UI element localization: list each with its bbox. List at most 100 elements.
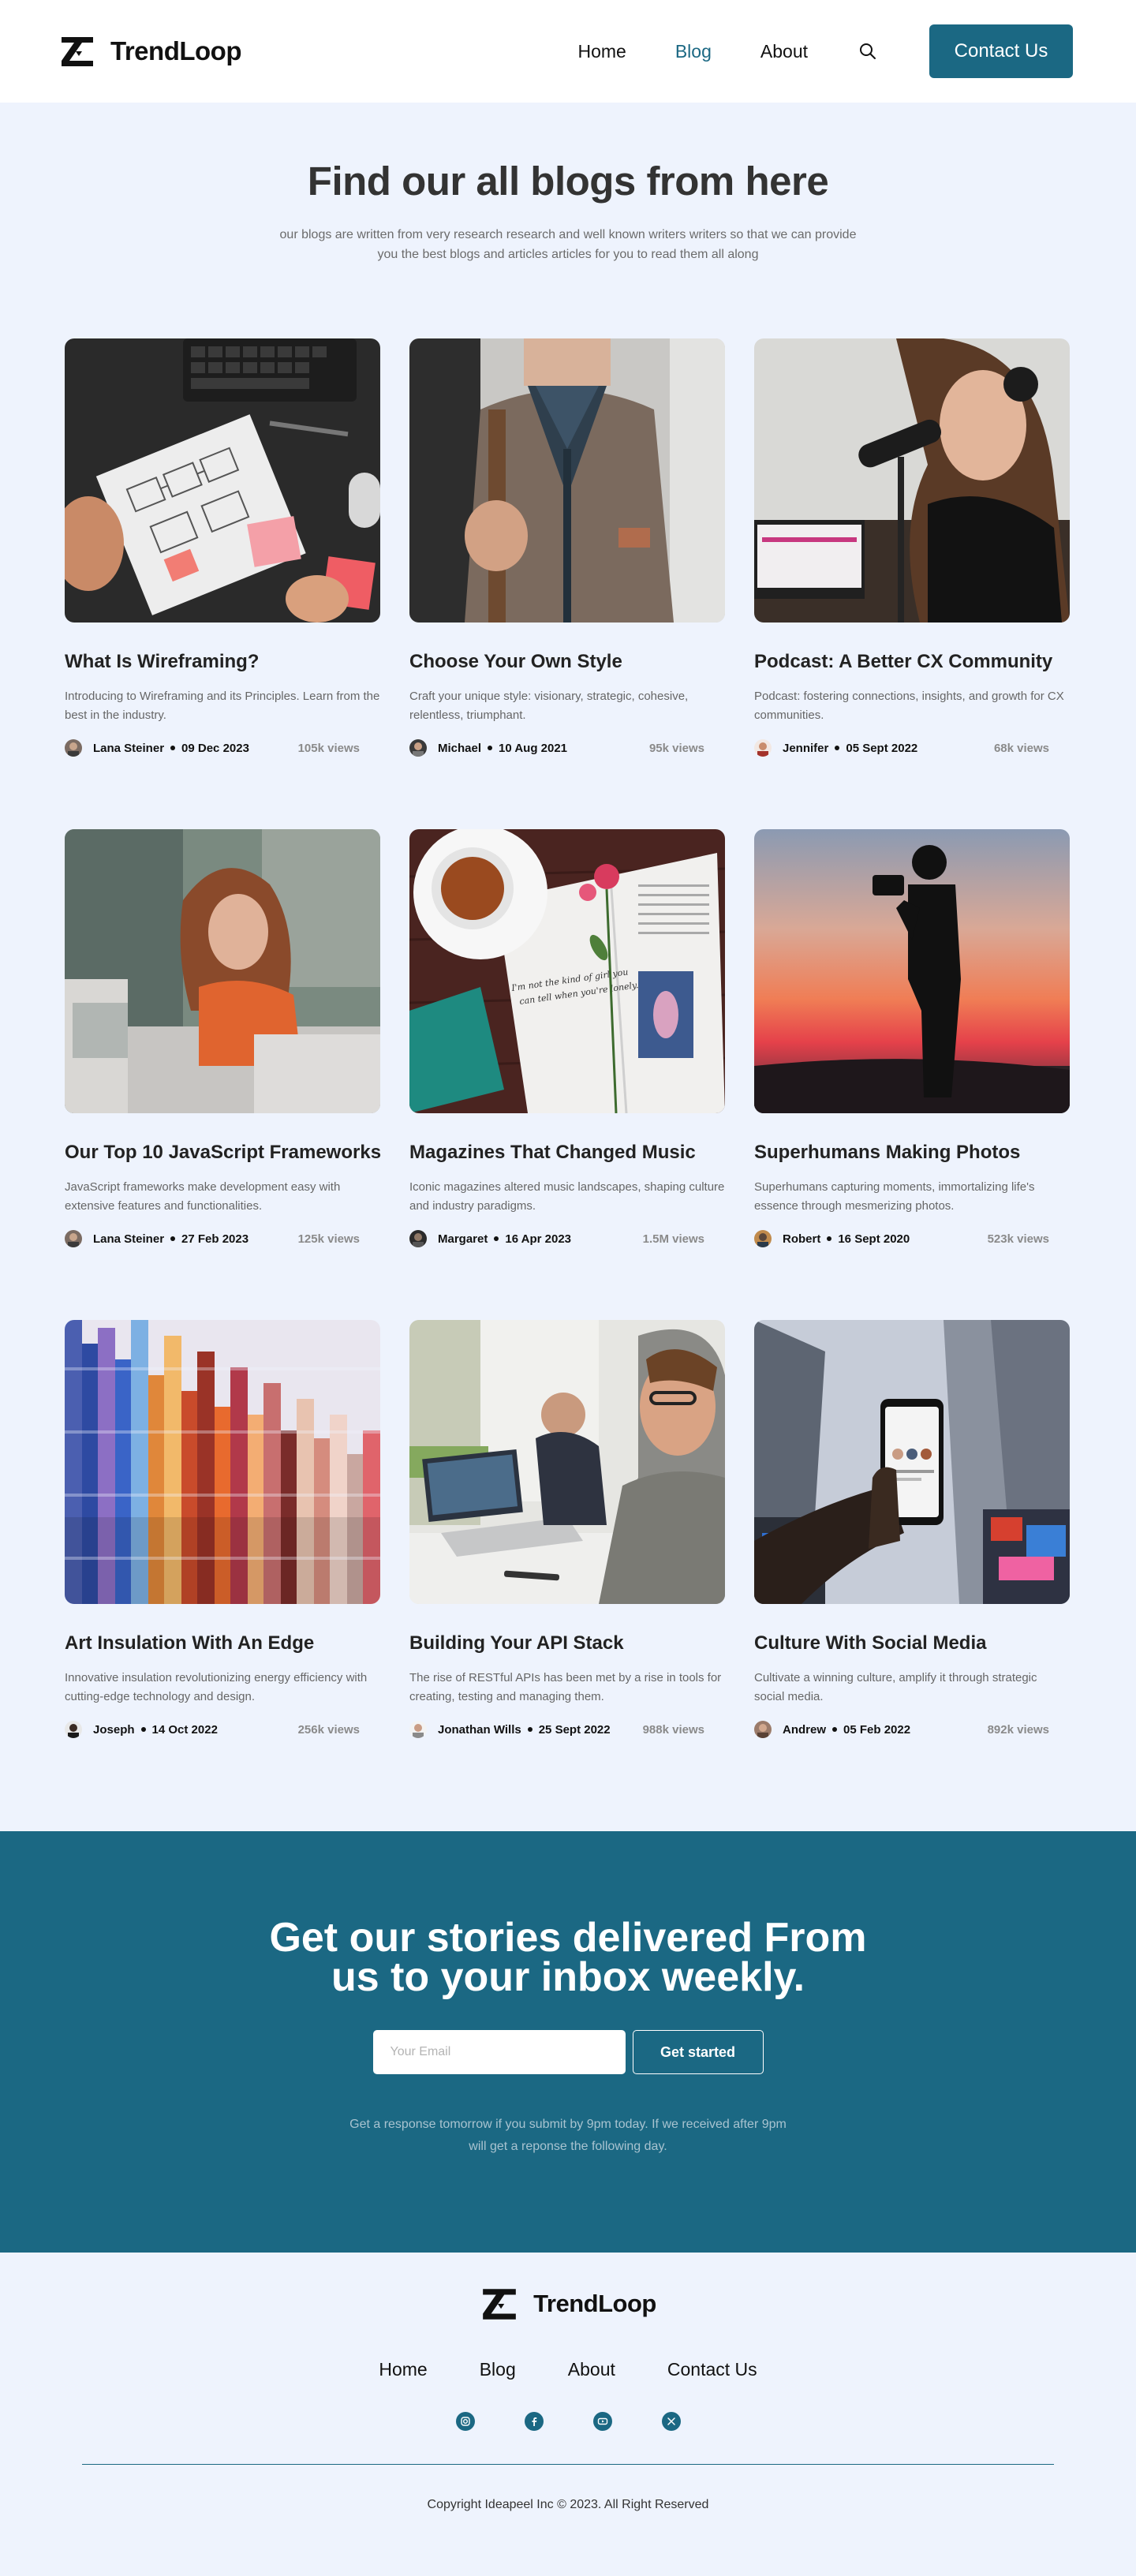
blog-thumbnail[interactable] [65, 338, 380, 623]
newsletter-section: Get our stories delivered From us to you… [0, 1831, 1136, 2253]
author-avatar [65, 1721, 82, 1738]
blog-title[interactable]: Magazines That Changed Music [409, 1142, 725, 1164]
newsletter-form: Get started [0, 2030, 1136, 2074]
blog-title[interactable]: Superhumans Making Photos [754, 1142, 1070, 1164]
blog-thumbnail[interactable] [409, 1320, 725, 1604]
author-name[interactable]: Margaret [438, 1232, 488, 1246]
view-count: 1.5M views [642, 1232, 704, 1246]
view-count: 988k views [642, 1722, 704, 1737]
footer-nav-about[interactable]: About [568, 2359, 615, 2380]
blog-card[interactable]: What Is Wireframing? Introducing to Wire… [65, 338, 380, 757]
author-avatar [754, 1721, 772, 1738]
post-date: 16 Sept 2020 [838, 1232, 910, 1246]
blog-thumbnail[interactable] [754, 829, 1070, 1113]
main-nav: Home Blog About Contact Us [577, 24, 1073, 78]
separator-dot [488, 746, 493, 750]
blog-description: Introducing to Wireframing and its Princ… [65, 690, 380, 722]
view-count: 892k views [987, 1722, 1049, 1737]
instagram-icon[interactable] [455, 2412, 475, 2431]
blog-meta: Joseph 14 Oct 2022 256k views [65, 1721, 380, 1738]
view-count: 256k views [297, 1722, 360, 1737]
page-title: Find our all blogs from here [307, 159, 829, 204]
blog-card[interactable]: Superhumans Making Photos Superhumans ca… [754, 829, 1070, 1247]
blog-meta: Lana Steiner 09 Dec 2023 105k views [65, 739, 380, 757]
blog-card[interactable]: Culture With Social Media Cultivate a wi… [754, 1320, 1070, 1738]
author-name[interactable]: Robert [783, 1232, 820, 1246]
author-avatar [409, 1230, 427, 1247]
blog-title[interactable]: What Is Wireframing? [65, 651, 380, 673]
get-started-button[interactable]: Get started [632, 2030, 764, 2074]
blog-card[interactable]: Podcast: A Better CX Community Podcast: … [754, 338, 1070, 757]
author-avatar [754, 739, 772, 757]
separator-dot [170, 746, 176, 750]
blog-title[interactable]: Our Top 10 JavaScript Frameworks [65, 1142, 381, 1164]
brand-logo[interactable]: TrendLoop [58, 32, 241, 70]
author-avatar [409, 1721, 427, 1738]
view-count: 105k views [297, 741, 360, 755]
author-name[interactable]: Lana Steiner [93, 742, 164, 755]
blog-description: The rise of RESTful APIs has been met by… [409, 1671, 722, 1703]
search-icon[interactable] [857, 40, 879, 62]
separator-dot [832, 1727, 838, 1732]
footer-divider [82, 2464, 1054, 2465]
blog-meta: Robert 16 Sept 2020 523k views [754, 1230, 1070, 1247]
blog-meta: Andrew 05 Feb 2022 892k views [754, 1721, 1070, 1738]
view-count: 125k views [297, 1232, 360, 1246]
newsletter-title: Get our stories delivered From us to you… [269, 1915, 867, 2000]
post-date: 16 Apr 2023 [505, 1232, 572, 1246]
blog-card[interactable]: Our Top 10 JavaScript Frameworks JavaScr… [65, 829, 381, 1247]
site-header: TrendLoop Home Blog About Contact Us [0, 0, 1136, 103]
blog-title[interactable]: Building Your API Stack [409, 1632, 725, 1654]
blog-card[interactable]: Choose Your Own Style Craft your unique … [409, 338, 725, 757]
author-name[interactable]: Joseph [93, 1723, 135, 1737]
blog-thumbnail[interactable]: I'm not the kind of girl you can tell wh… [409, 829, 725, 1113]
blog-card[interactable]: Building Your API Stack The rise of REST… [409, 1320, 725, 1738]
post-date: 09 Dec 2023 [181, 741, 249, 755]
blog-description: Iconic magazines altered music landscape… [409, 1180, 725, 1213]
author-avatar [65, 739, 82, 757]
footer-nav-home[interactable]: Home [379, 2359, 427, 2380]
blog-thumbnail[interactable] [754, 1320, 1070, 1604]
facebook-icon[interactable] [524, 2412, 544, 2431]
blog-thumbnail[interactable] [65, 1320, 380, 1604]
blog-card[interactable]: I'm not the kind of girl you can tell wh… [409, 829, 725, 1247]
nav-about[interactable]: About [760, 41, 808, 62]
footer-brand-logo[interactable]: TrendLoop [480, 2284, 656, 2324]
separator-dot [527, 1727, 532, 1732]
post-date: 27 Feb 2023 [181, 1232, 249, 1246]
blog-title[interactable]: Choose Your Own Style [409, 651, 725, 673]
separator-dot [140, 1727, 146, 1732]
author-avatar [65, 1230, 82, 1247]
email-input[interactable] [372, 2030, 626, 2074]
author-name[interactable]: Michael [438, 742, 481, 755]
blog-title[interactable]: Art Insulation With An Edge [65, 1632, 380, 1654]
separator-dot [835, 746, 840, 750]
blog-thumbnail[interactable] [754, 338, 1070, 623]
author-name[interactable]: Jonathan Wills [438, 1723, 521, 1737]
blog-description: Superhumans capturing moments, immortali… [754, 1180, 1035, 1213]
youtube-icon[interactable] [592, 2412, 612, 2431]
author-name[interactable]: Lana Steiner [93, 1232, 164, 1246]
contact-us-button[interactable]: Contact Us [929, 24, 1073, 78]
footer-nav-contact[interactable]: Contact Us [667, 2359, 757, 2380]
copyright-text: Copyright Ideapeel Inc © 2023. All Right… [427, 2498, 709, 2511]
footer-nav-blog[interactable]: Blog [480, 2359, 516, 2380]
author-avatar [409, 739, 427, 757]
blog-title[interactable]: Podcast: A Better CX Community [754, 651, 1070, 673]
blog-card[interactable]: Art Insulation With An Edge Innovative i… [65, 1320, 380, 1738]
blog-thumbnail[interactable] [65, 829, 380, 1113]
post-date: 05 Feb 2022 [843, 1722, 911, 1737]
author-name[interactable]: Jennifer [783, 742, 828, 755]
nav-blog[interactable]: Blog [675, 41, 712, 62]
blog-title[interactable]: Culture With Social Media [754, 1632, 1070, 1654]
site-footer: TrendLoop Home Blog About Contact Us Cop… [0, 2253, 1136, 2555]
x-icon[interactable] [661, 2412, 681, 2431]
blog-description: Podcast: fostering connections, insights… [754, 690, 1064, 722]
blog-thumbnail[interactable] [409, 338, 725, 623]
nav-home[interactable]: Home [577, 41, 626, 62]
author-avatar [754, 1230, 772, 1247]
author-name[interactable]: Andrew [783, 1723, 826, 1737]
blog-meta: Margaret 16 Apr 2023 1.5M views [409, 1230, 725, 1247]
blog-description: Cultivate a winning culture, amplify it … [754, 1671, 1037, 1703]
blog-description: Innovative insulation revolutionizing en… [65, 1671, 368, 1703]
